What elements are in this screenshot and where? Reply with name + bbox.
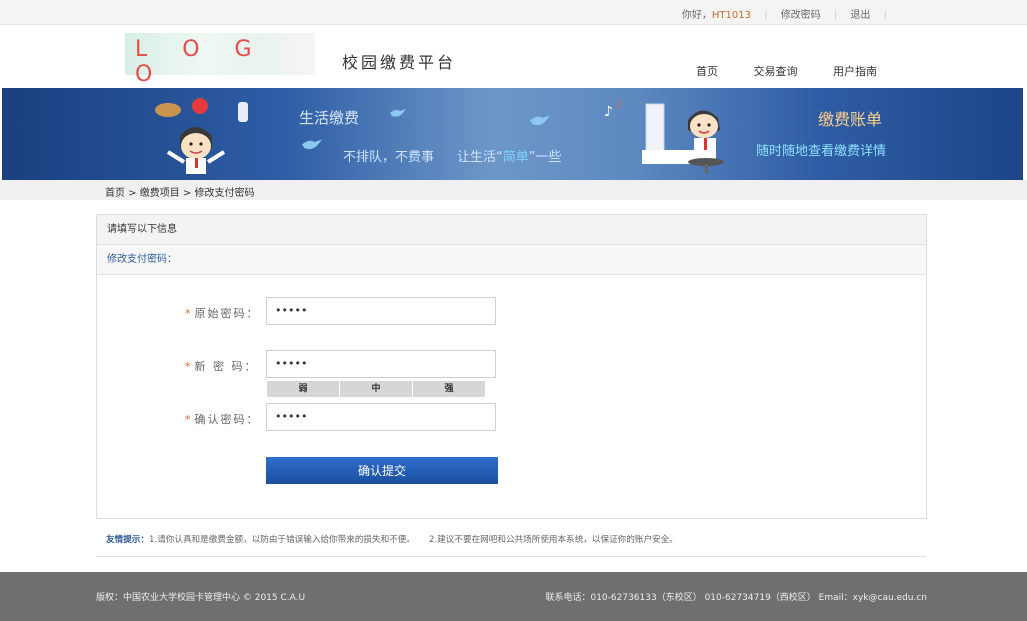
banner: 生活缴费 不排队，不费事 让生活“简单”一些 ♪ ♪ 缴费账单 随时随地查看缴费… [2, 88, 1023, 180]
confirm-password-label: * 确认密码： [185, 411, 260, 427]
submit-button[interactable]: 确认提交 [266, 457, 498, 484]
banner-slogan-2: 让生活“简单”一些 [457, 146, 562, 165]
confirm-password-label-text: 确认密码： [194, 413, 260, 426]
nav-home[interactable]: 首页 [696, 65, 718, 78]
new-password-input[interactable]: ••••• [266, 350, 496, 378]
greeting-text: 你好， [681, 10, 712, 21]
divider: | [883, 10, 887, 21]
form-panel: 请填写以下信息 修改支付密码： * 原始密码： ••••• * 新 密 码： •••… [96, 214, 927, 519]
strength-strong: 强 [413, 381, 485, 397]
slogan-post: ”一些 [528, 150, 562, 165]
bird-icon [530, 115, 550, 126]
svg-text:♪: ♪ [604, 104, 613, 120]
slogan-pre: 让生活“ [457, 150, 503, 165]
bird-icon [302, 139, 322, 150]
logo-text: L O G O [135, 37, 266, 87]
main-nav: 首页 交易查询 用户指南 [696, 63, 909, 79]
logout-link[interactable]: 退出 [850, 10, 870, 21]
required-mark: * [185, 413, 193, 426]
nav-guide[interactable]: 用户指南 [833, 65, 877, 78]
strength-weak: 弱 [267, 381, 339, 397]
site-title: 校园缴费平台 [342, 53, 457, 72]
change-password-link[interactable]: 修改密码 [781, 10, 821, 21]
tip-2: 2.建议不要在网吧和公共场所使用本系统，以保证你的账户安全。 [429, 535, 678, 545]
password-strength-meter: 弱中强 [267, 380, 486, 397]
banner-slogan: 不排队，不费事 [343, 150, 435, 165]
required-mark: * [185, 360, 193, 373]
user-menu: 你好，HT1013 | 修改密码 | 退出 | [682, 6, 897, 21]
new-password-label-text: 新 密 码： [194, 360, 258, 373]
footer-contact: 联系电话：010-62736133（东校区） 010-62734719（西校区）… [545, 593, 927, 603]
new-password-label: * 新 密 码： [185, 358, 257, 374]
divider: | [833, 10, 838, 21]
old-password-label-text: 原始密码： [194, 307, 260, 320]
required-mark: * [185, 307, 193, 320]
divider [96, 556, 926, 557]
slogan-highlight: 简单 [502, 150, 529, 165]
banner-subtitle-right: 随时随地查看缴费详情 [756, 144, 887, 159]
divider: | [764, 10, 768, 21]
bird-icon [390, 109, 406, 117]
top-bar: 你好，HT1013 | 修改密码 | 退出 | [0, 0, 1027, 25]
old-password-input[interactable]: ••••• [266, 297, 496, 325]
logo[interactable]: L O G O [125, 33, 315, 87]
banner-title-left: 生活缴费 [299, 109, 360, 127]
breadcrumb: 首页 > 缴费项目 > 修改支付密码 [105, 188, 255, 199]
strength-medium: 中 [340, 381, 412, 397]
tips-label: 友情提示： [106, 535, 149, 545]
tips: 友情提示：1.请你认真和是缴费金额，以防由于错误输入给你带来的损失和不便。 2.建… [106, 533, 678, 545]
svg-text:♪: ♪ [616, 100, 622, 111]
footer-copyright: 版权：中国农业大学校园卡管理中心 © 2015 C.A.U [96, 593, 306, 603]
panel-subheading: 修改支付密码： [97, 245, 926, 275]
tip-1: 1.请你认真和是缴费金额，以防由于错误输入给你带来的损失和不便。 [148, 535, 415, 545]
cartoon-figure-left-icon [155, 98, 248, 174]
footer: 版权：中国农业大学校园卡管理中心 © 2015 C.A.U 联系电话：010-6… [0, 572, 1027, 621]
header: L O G O 校园缴费平台 首页 交易查询 用户指南 [0, 25, 1027, 87]
breadcrumb-bar: 首页 > 缴费项目 > 修改支付密码 [0, 180, 1027, 200]
cartoon-figure-right-icon: ♪ ♪ [604, 100, 724, 174]
confirm-password-input[interactable]: ••••• [266, 403, 496, 431]
nav-transactions[interactable]: 交易查询 [754, 65, 798, 78]
banner-title-right: 缴费账单 [818, 110, 883, 129]
panel-heading: 请填写以下信息 [97, 215, 926, 245]
username: HT1013 [711, 10, 751, 21]
old-password-label: * 原始密码： [185, 305, 260, 321]
